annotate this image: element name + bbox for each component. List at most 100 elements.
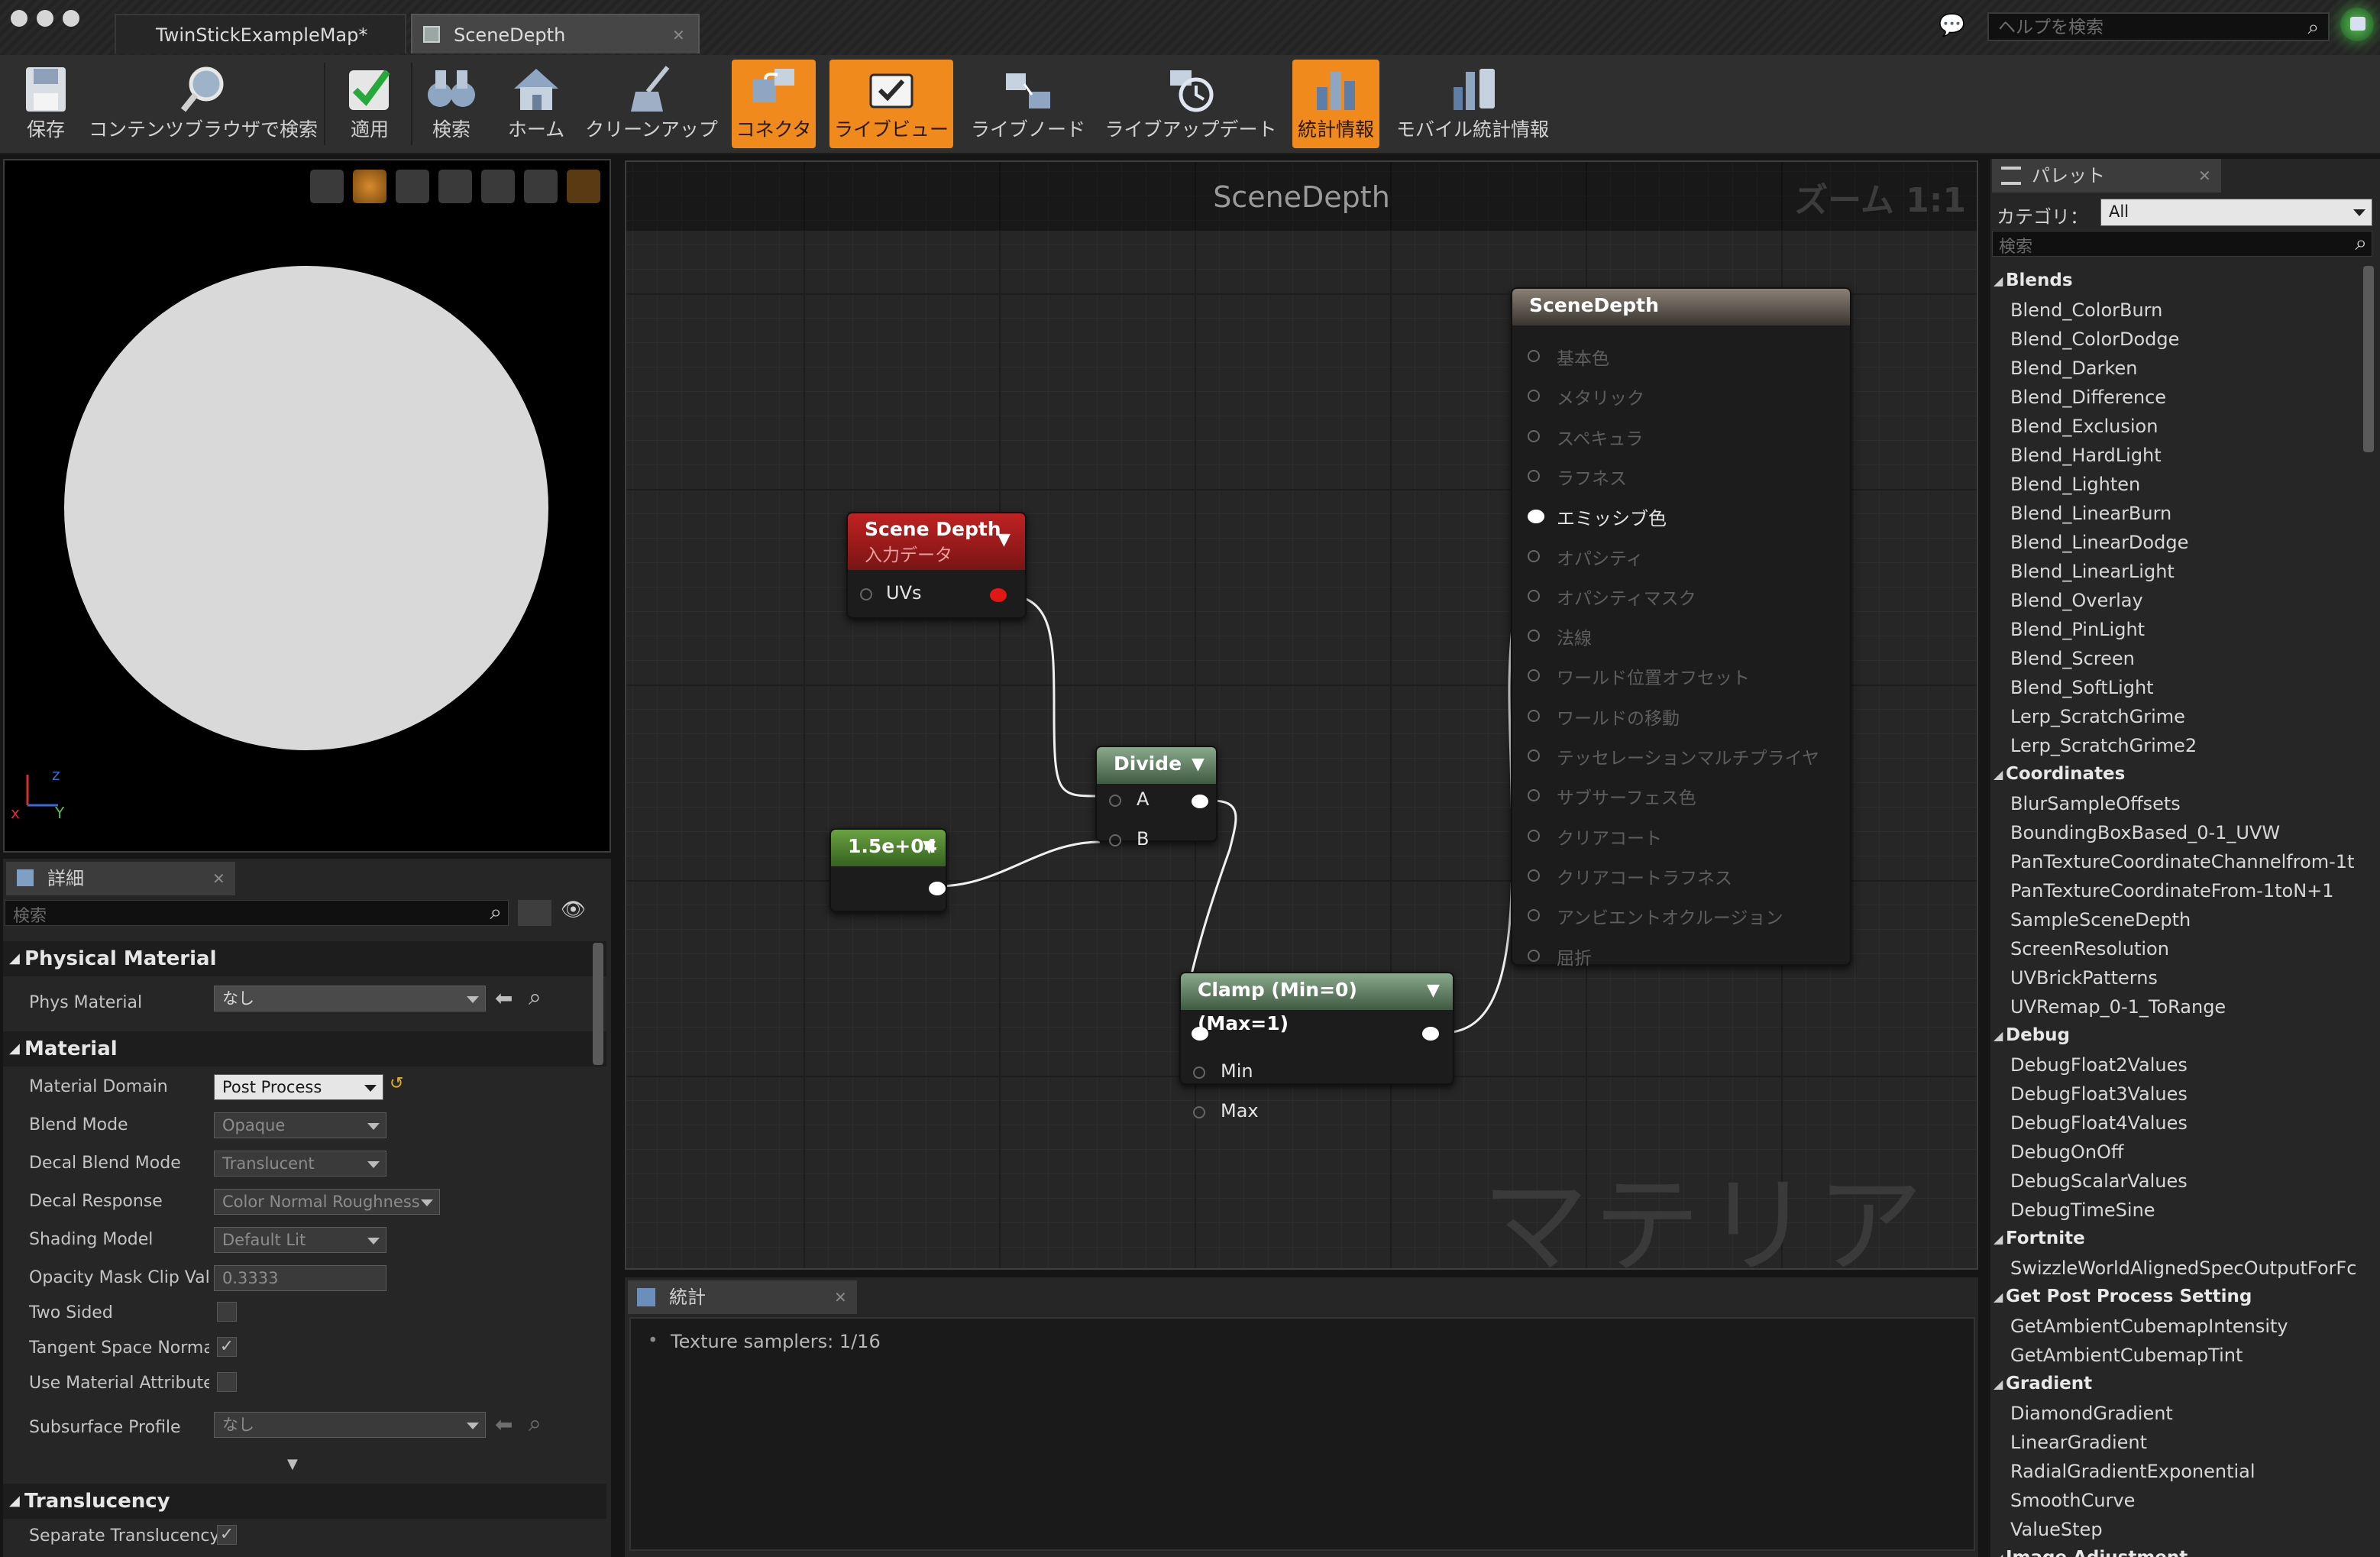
palette-item[interactable]: DebugScalarValues	[2010, 1170, 2188, 1192]
details-scrollbar[interactable]	[593, 943, 603, 1065]
input-pin[interactable]	[1528, 510, 1544, 524]
palette-item[interactable]: Blend_Darken	[2010, 358, 2137, 379]
sphere-preview-icon[interactable]	[353, 170, 386, 203]
palette-item[interactable]: Blend_LinearLight	[2010, 561, 2175, 582]
palette-category[interactable]: Gradient	[2006, 1374, 2092, 1394]
apply-button[interactable]: 適用	[330, 60, 409, 148]
category-dropdown[interactable]: All	[2100, 199, 2372, 226]
decal-blend-mode-dropdown[interactable]: Translucent	[214, 1151, 386, 1177]
input-pin[interactable]	[1528, 829, 1540, 842]
help-search-input[interactable]: ヘルプを検索 ⌕	[1987, 12, 2330, 41]
palette-item[interactable]: BoundingBoxBased_0-1_UVW	[2010, 822, 2280, 843]
subsurface-profile-picker[interactable]: なし	[214, 1412, 486, 1438]
collapse-arrow-icon[interactable]: ◢	[1994, 767, 2003, 782]
node-divide[interactable]: Divide ▼ A B	[1095, 746, 1217, 850]
palette-item[interactable]: GetAmbientCubemapTint	[2010, 1345, 2243, 1366]
input-pin[interactable]	[1528, 869, 1540, 882]
live-update-toggle[interactable]: ライブアップデート	[1104, 60, 1277, 148]
palette-item[interactable]: Blend_Overlay	[2010, 590, 2143, 611]
section-material[interactable]: ◢ Material	[3, 1031, 606, 1067]
search-button[interactable]: 検索	[416, 60, 487, 148]
palette-item[interactable]: ValueStep	[2010, 1519, 2103, 1540]
cylinder-preview-icon[interactable]	[310, 170, 344, 203]
visibility-eye-icon[interactable]: 👁	[561, 898, 586, 921]
input-pin[interactable]	[1528, 909, 1540, 922]
node-constant[interactable]: 1.5e+04 ▼	[829, 828, 947, 912]
palette-item[interactable]: DebugTimeSine	[2010, 1199, 2155, 1221]
connectors-toggle[interactable]: コネクタ	[732, 60, 816, 148]
close-window-button[interactable]	[11, 10, 27, 27]
shading-model-dropdown[interactable]: Default Lit	[214, 1227, 386, 1253]
material-domain-dropdown[interactable]: Post Process	[214, 1074, 383, 1100]
search-icon[interactable]: ⌕	[2307, 14, 2319, 41]
node-scene-depth[interactable]: Scene Depth 入力データ ▼ UVs	[846, 512, 1027, 619]
show-advanced-chevron-icon[interactable]: ▼	[287, 1456, 298, 1472]
two-sided-checkbox[interactable]	[217, 1302, 237, 1322]
input-pin[interactable]	[1528, 949, 1540, 962]
section-translucency[interactable]: ◢ Translucency	[3, 1484, 606, 1519]
palette-item[interactable]: Blend_Screen	[2010, 648, 2135, 669]
use-selected-arrow-icon[interactable]: ⬅	[495, 986, 513, 1011]
palette-category[interactable]: Get Post Process Setting	[2006, 1287, 2252, 1306]
palette-category[interactable]: Fortnite	[2006, 1228, 2085, 1248]
collapse-arrow-icon[interactable]: ◢	[1994, 274, 2003, 288]
collapse-arrow-icon[interactable]: ◢	[1994, 1028, 2003, 1043]
palette-item[interactable]: ScreenResolution	[2010, 938, 2169, 960]
live-preview-toggle[interactable]: ライブビュー	[829, 60, 953, 148]
palette-item[interactable]: Blend_ColorBurn	[2010, 299, 2162, 321]
home-button[interactable]: ホーム	[500, 60, 573, 148]
palette-item[interactable]: LinearGradient	[2010, 1432, 2147, 1453]
blend-mode-dropdown[interactable]: Opaque	[214, 1112, 386, 1138]
palette-category[interactable]: Coordinates	[2006, 764, 2125, 784]
palette-item[interactable]: Blend_SoftLight	[2010, 677, 2154, 698]
maximize-window-button[interactable]	[63, 10, 79, 27]
node-clamp[interactable]: Clamp (Min=0) (Max=1) ▼ Min Max	[1179, 972, 1454, 1122]
section-physical-material[interactable]: ◢ Physical Material	[3, 941, 606, 976]
collapse-arrow-icon[interactable]: ◢	[1994, 1377, 2003, 1391]
node-material-result[interactable]: SceneDepth 基本色 メタリック スペキュラ ラフネス エミッシブ色 オパシティオ…	[1511, 287, 1851, 969]
input-pin-min[interactable]	[1193, 1067, 1205, 1079]
palette-item[interactable]: BlurSampleOffsets	[2010, 793, 2181, 814]
output-pin[interactable]	[929, 882, 946, 895]
close-tab-icon[interactable]: ✕	[672, 15, 685, 55]
input-pin[interactable]	[1528, 749, 1540, 762]
input-pin[interactable]	[1528, 429, 1540, 442]
palette-category[interactable]: Blends	[2006, 270, 2073, 290]
cube-preview-icon[interactable]	[438, 170, 472, 203]
palette-item[interactable]: SmoothCurve	[2010, 1490, 2135, 1511]
input-pin[interactable]	[1528, 669, 1540, 682]
input-pin[interactable]	[1528, 549, 1540, 562]
palette-item[interactable]: UVRemap_0-1_ToRange	[2010, 996, 2226, 1018]
input-pin[interactable]	[1528, 709, 1540, 722]
collapse-arrow-icon[interactable]: ◢	[1994, 1232, 2003, 1246]
view-options-grid-icon[interactable]	[518, 900, 551, 926]
details-search-input[interactable]: 検索 ⌕	[5, 899, 509, 926]
save-button[interactable]: 保存	[5, 60, 87, 148]
palette-item[interactable]: Lerp_ScratchGrime	[2010, 706, 2185, 727]
close-tab-icon[interactable]: ✕	[2198, 159, 2211, 193]
reset-to-default-icon[interactable]: ↺	[390, 1074, 403, 1093]
input-pin[interactable]	[1528, 589, 1540, 602]
palette-item[interactable]: PanTextureCoordinateFrom-1toN+1	[2010, 880, 2334, 902]
collapse-arrow-icon[interactable]: ◢	[1994, 1290, 2003, 1304]
phys-material-picker[interactable]: なし	[214, 986, 486, 1012]
input-pin[interactable]	[1528, 789, 1540, 802]
feedback-icon[interactable]: 💬	[1939, 12, 1965, 37]
palette-category[interactable]: Debug	[2006, 1025, 2070, 1045]
separate-translucency-checkbox[interactable]: ✓	[217, 1525, 237, 1545]
use-selected-arrow-icon[interactable]: ⬅	[495, 1412, 513, 1437]
details-tab[interactable]: 詳細 ✕	[6, 862, 235, 895]
palette-category[interactable]: Image Adjustment	[2006, 1548, 2188, 1557]
palette-item[interactable]: RadialGradientExponential	[2010, 1461, 2256, 1482]
clean-up-button[interactable]: クリーンアップ	[580, 60, 723, 148]
use-material-attributes-checkbox[interactable]	[217, 1372, 237, 1392]
palette-item[interactable]: Blend_LinearBurn	[2010, 503, 2171, 524]
palette-item[interactable]: Blend_HardLight	[2010, 445, 2162, 466]
document-tab-scenedepth[interactable]: SceneDepth ✕	[411, 14, 700, 53]
palette-item[interactable]: Blend_LinearDodge	[2010, 532, 2188, 553]
find-in-content-browser-button[interactable]: コンテンツブラウザで検索	[89, 60, 318, 148]
palette-item[interactable]: Lerp_ScratchGrime2	[2010, 735, 2197, 756]
palette-item[interactable]: DiamondGradient	[2010, 1403, 2173, 1424]
input-pin-max[interactable]	[1193, 1106, 1205, 1118]
output-pin[interactable]	[1422, 1027, 1439, 1041]
